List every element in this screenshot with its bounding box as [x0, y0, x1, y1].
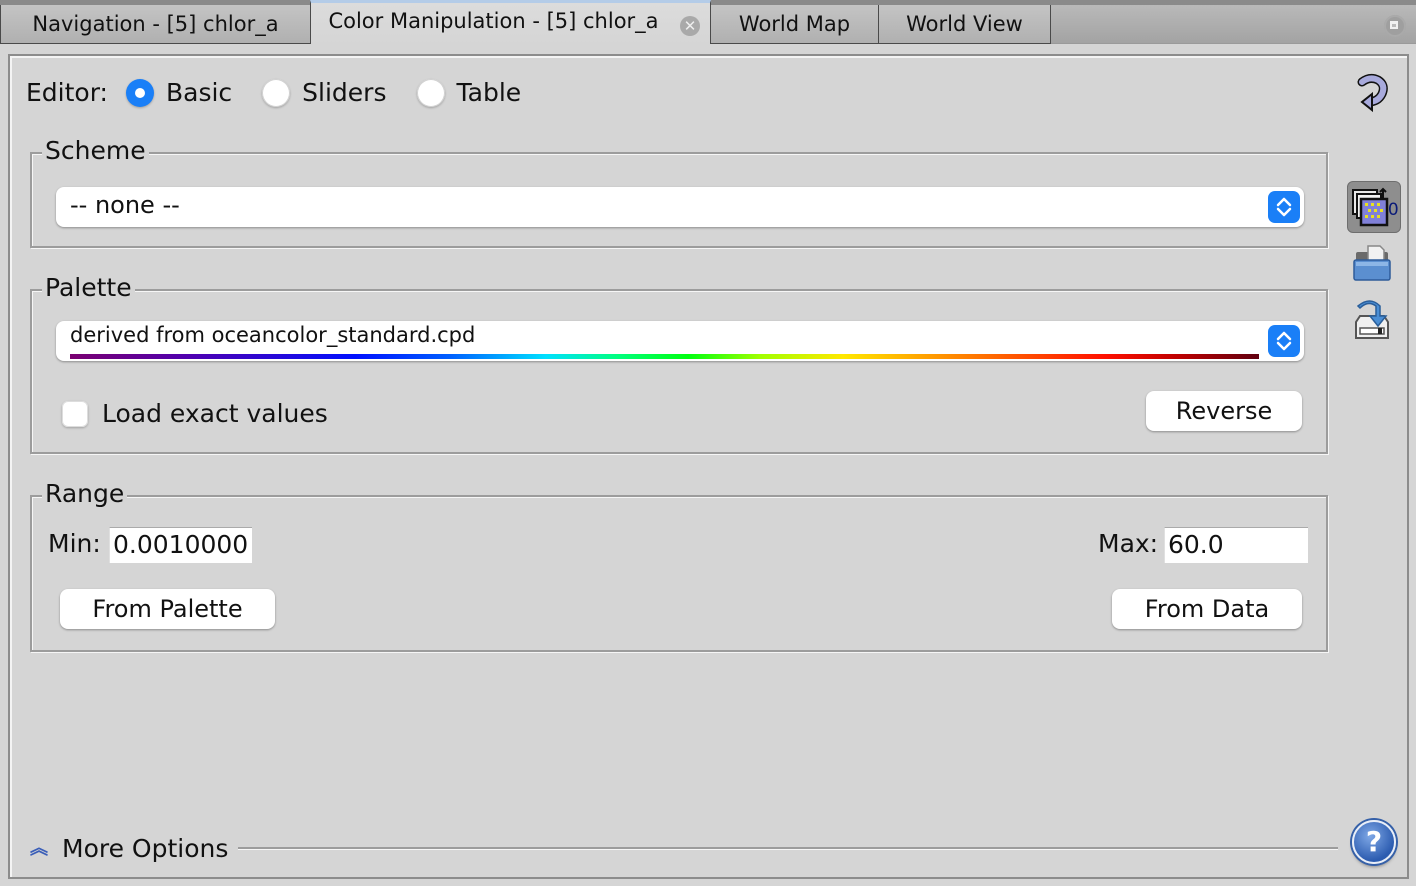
- more-options-label: More Options: [62, 834, 229, 863]
- tab-world-map[interactable]: World Map: [710, 5, 879, 44]
- color-manipulation-panel: Editor: Basic Sliders Table Scheme -- no…: [8, 54, 1409, 879]
- tab-world-view[interactable]: World View: [878, 5, 1051, 44]
- reverse-button[interactable]: Reverse: [1146, 391, 1302, 431]
- tab-color-manipulation[interactable]: Color Manipulation - [5] chlor_a ✕: [310, 0, 711, 44]
- editor-radio-basic[interactable]: Basic: [125, 78, 233, 107]
- checkbox-label: Load exact values: [102, 399, 328, 428]
- tab-label: Color Manipulation - [5] chlor_a: [328, 9, 659, 33]
- max-label: Max:: [1098, 529, 1159, 558]
- tab-label: Navigation - [5] chlor_a: [32, 12, 279, 36]
- palette-selected-value: derived from oceancolor_standard.cpd: [70, 323, 476, 347]
- editor-radio-table[interactable]: Table: [416, 78, 522, 107]
- more-options-toggle[interactable]: ︽ More Options: [30, 834, 228, 863]
- palette-group: Palette derived from oceancolor_standard…: [30, 273, 1328, 454]
- radio-unchecked-icon: [416, 78, 445, 107]
- checkbox-unchecked-icon: [62, 400, 88, 427]
- palette-title: Palette: [42, 273, 135, 303]
- tab-label: World Map: [738, 12, 851, 36]
- editor-radio-sliders[interactable]: Sliders: [262, 78, 387, 107]
- updown-chevron-icon: [1268, 191, 1300, 223]
- scheme-group: Scheme -- none --: [30, 136, 1328, 248]
- radio-label: Basic: [165, 78, 233, 107]
- editor-label: Editor:: [26, 78, 108, 107]
- max-input[interactable]: 60.0: [1164, 527, 1308, 563]
- min-input[interactable]: 0.0010000: [109, 527, 252, 563]
- from-palette-button[interactable]: From Palette: [60, 589, 275, 629]
- tab-label: World View: [906, 12, 1023, 36]
- palette-color-gradient: [70, 354, 1259, 359]
- range-group: Range Min: 0.0010000 Max: 60.0 From Pale…: [30, 479, 1328, 652]
- close-tab-icon[interactable]: ✕: [680, 16, 700, 36]
- more-options-separator: [238, 847, 1338, 850]
- radio-label: Sliders: [302, 78, 387, 107]
- scheme-title: Scheme: [42, 136, 149, 166]
- radio-unchecked-icon: [262, 78, 291, 107]
- load-exact-values-checkbox[interactable]: Load exact values: [62, 399, 328, 428]
- tab-navigation[interactable]: Navigation - [5] chlor_a: [0, 5, 311, 44]
- reset-icon[interactable]: [1350, 72, 1394, 116]
- import-palette-from-file-icon[interactable]: [1350, 186, 1394, 230]
- open-palette-icon[interactable]: [1350, 242, 1394, 286]
- scheme-selected-value: -- none --: [70, 191, 180, 219]
- minimize-icon[interactable]: [1384, 15, 1406, 37]
- radio-label: Table: [456, 78, 522, 107]
- editor-selector: Editor: Basic Sliders Table: [26, 78, 551, 107]
- export-palette-icon[interactable]: [1350, 298, 1394, 342]
- chevron-double-up-icon: ︽: [30, 837, 48, 859]
- updown-chevron-icon: [1268, 325, 1300, 357]
- radio-checked-icon: [125, 78, 154, 107]
- palette-dropdown[interactable]: derived from oceancolor_standard.cpd: [56, 321, 1304, 361]
- from-data-button[interactable]: From Data: [1112, 589, 1302, 629]
- min-label: Min:: [48, 529, 101, 558]
- tab-strip: Navigation - [5] chlor_a Color Manipulat…: [0, 0, 1416, 44]
- scheme-dropdown[interactable]: -- none --: [56, 187, 1304, 227]
- range-title: Range: [42, 479, 128, 509]
- help-icon[interactable]: ?: [1352, 820, 1396, 864]
